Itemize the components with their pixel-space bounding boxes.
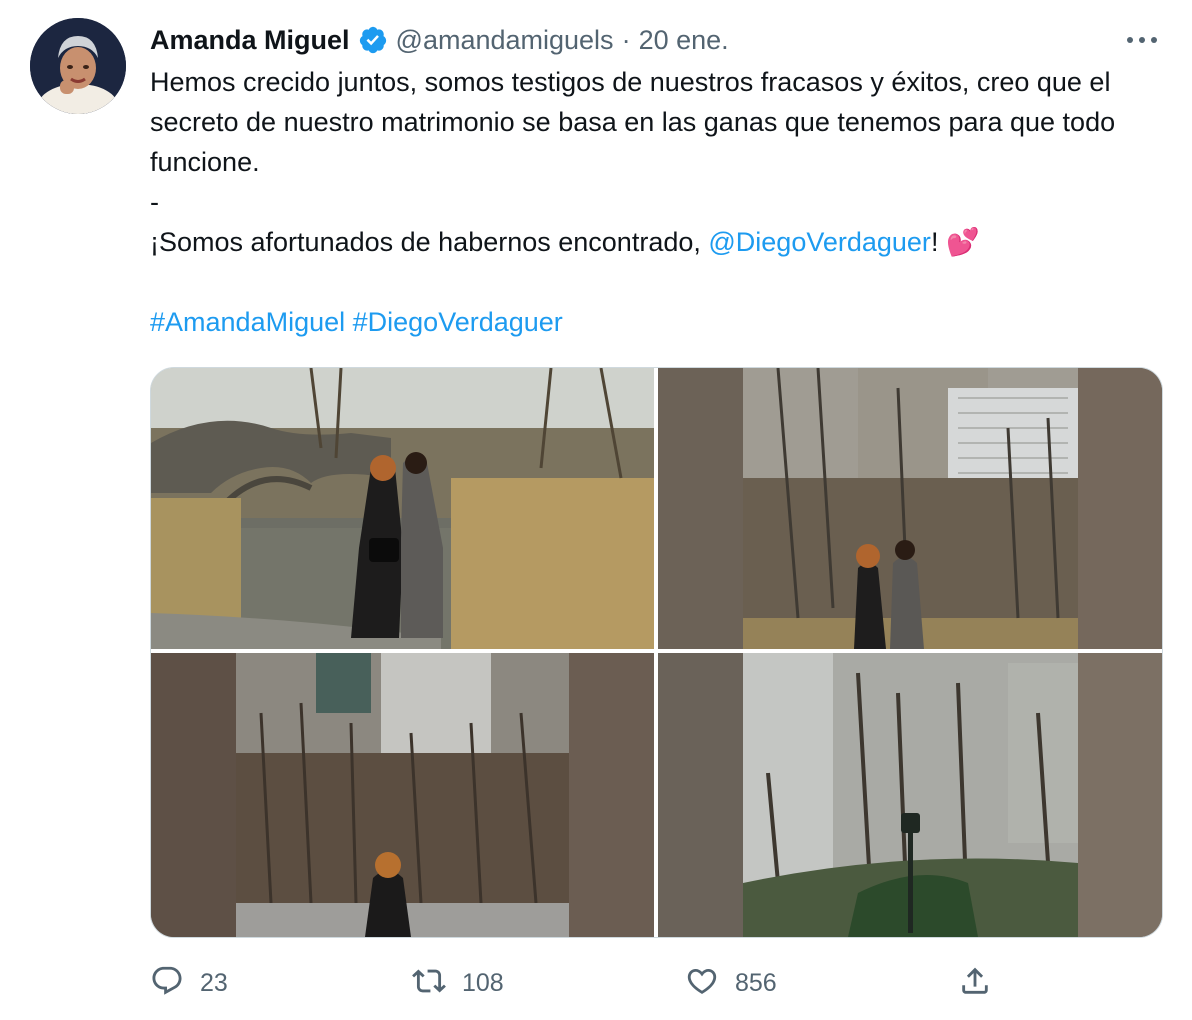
tweet-text-fragment: ¡Somos afortunados de habernos encontrad… [150,227,709,257]
header-separator: · [621,24,631,55]
author-name[interactable]: Amanda Miguel [150,25,350,56]
tweet-text: Hemos crecido juntos, somos testigos de … [150,62,1160,342]
mention-link[interactable]: @DiegoVerdaguer [708,227,931,257]
verified-badge-icon [358,25,388,55]
tweet-text-line: ¡Somos afortunados de habernos encontrad… [150,222,1160,262]
hashtag-link[interactable]: #DiegoVerdaguer [353,307,563,337]
hashtag-link[interactable]: #AmandaMiguel [150,307,345,337]
reply-count: 23 [200,968,228,997]
share-icon [958,964,992,1003]
retweet-icon [412,964,446,1003]
reply-button[interactable]: 23 [150,960,228,1006]
reply-icon [150,964,184,1003]
tweet-text-dash: - [150,187,159,217]
retweet-button[interactable]: 108 [412,960,504,1006]
tweet-header: Amanda Miguel @amandamiguels · 20 ene. [150,22,729,58]
retweet-count: 108 [462,968,504,997]
like-count: 856 [735,968,777,997]
like-button[interactable]: 856 [685,960,777,1006]
photo-2[interactable] [658,368,1162,649]
hashtags-line: #AmandaMiguel #DiegoVerdaguer [150,302,1160,342]
photo-1[interactable] [151,368,654,649]
tweet-actions: 23 108 856 [150,960,1010,1006]
like-icon [685,964,719,1003]
author-avatar[interactable] [30,18,126,114]
photo-4[interactable] [658,653,1162,937]
photo-3[interactable] [151,653,654,937]
share-button[interactable] [958,960,992,1006]
tweet-text-fragment: ! [930,227,946,257]
media-grid [150,367,1163,938]
tweet-date[interactable]: 20 ene. [639,25,729,56]
author-handle[interactable]: @amandamiguels [396,25,614,56]
tweet-text-line: Hemos crecido juntos, somos testigos de … [150,67,1116,177]
more-options-icon[interactable] [1122,22,1162,58]
two-hearts-emoji: 💕 [945,227,980,257]
